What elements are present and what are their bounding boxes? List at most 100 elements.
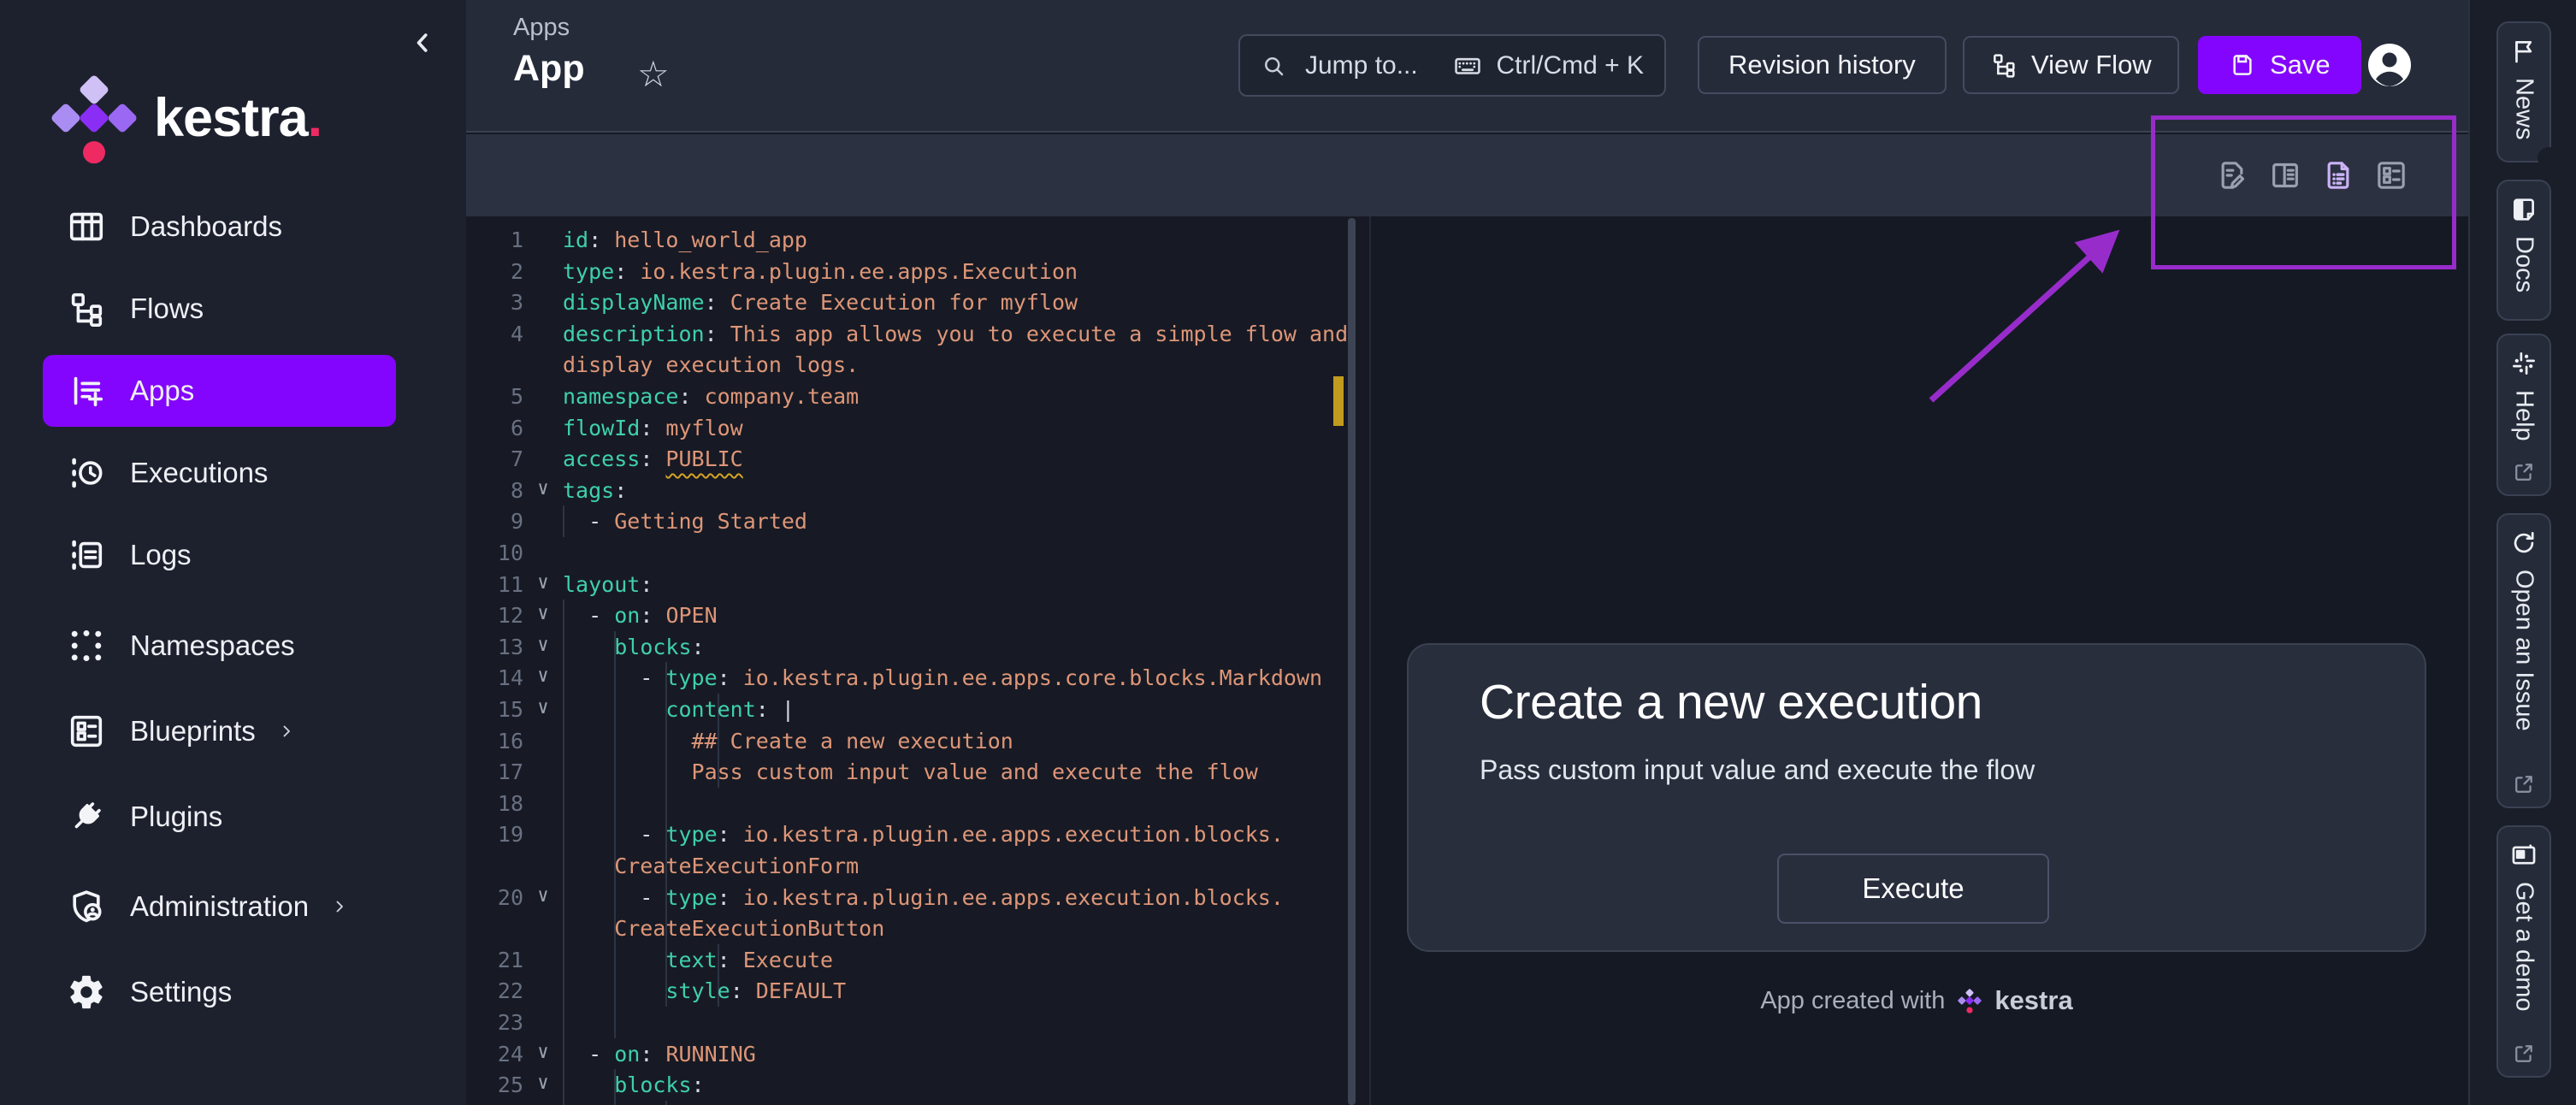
external-link-icon xyxy=(2512,460,2536,484)
view-toggle-file-edit[interactable] xyxy=(2215,158,2249,192)
favorite-star-icon[interactable]: ☆ xyxy=(637,53,670,95)
sidebar: kestra. Dashboards Flows Apps Executions… xyxy=(0,0,466,1105)
kestra-logo[interactable]: kestra. xyxy=(50,68,322,168)
sidebar-item-flows[interactable]: Flows xyxy=(43,273,396,345)
fold-chevron-icon[interactable]: ∨ xyxy=(529,598,557,629)
sidebar-item-dashboards[interactable]: Dashboards xyxy=(43,191,396,263)
view-toggle-book-open[interactable] xyxy=(2268,158,2302,192)
line-number: 6 xyxy=(466,412,523,444)
chevron-right-icon xyxy=(329,896,350,917)
line-number: 21 xyxy=(466,944,523,976)
rail-button-label: Open an Issue xyxy=(2510,570,2538,760)
sidebar-item-blueprints[interactable]: Blueprints xyxy=(43,695,396,767)
rail-button-help[interactable]: Help xyxy=(2496,334,2551,496)
sidebar-item-executions[interactable]: Executions xyxy=(43,437,396,509)
search-placeholder: Jump to... xyxy=(1305,51,1453,80)
code-line-15: 15∨ content: | xyxy=(466,694,1330,725)
code-line-12: 12∨ - on: OPEN xyxy=(466,600,1330,631)
line-number: 20 xyxy=(466,882,523,913)
rail-button-label: Help xyxy=(2510,390,2538,448)
line-number: 16 xyxy=(466,725,523,757)
code-line-4: 4description: This app allows you to exe… xyxy=(466,318,1330,350)
jump-to-search[interactable]: Jump to... Ctrl/Cmd + K xyxy=(1238,34,1666,97)
settings-icon xyxy=(67,972,106,1012)
search-icon xyxy=(1261,53,1286,79)
sidebar-item-settings[interactable]: Settings xyxy=(43,956,396,1028)
preview-title: Create a new execution xyxy=(1480,674,1982,730)
code-line-16: 16 ## Create a new execution xyxy=(466,725,1330,757)
sidebar-item-logs[interactable]: Logs xyxy=(43,519,396,591)
line-number: 23 xyxy=(466,1007,523,1038)
fold-chevron-icon[interactable]: ∨ xyxy=(529,473,557,505)
flows-icon xyxy=(67,289,106,328)
code-line-17: 17 Pass custom input value and execute t… xyxy=(466,756,1330,788)
line-number: 25 xyxy=(466,1069,523,1101)
revision-history-button[interactable]: Revision history xyxy=(1698,36,1947,94)
line-number: 11 xyxy=(466,569,523,600)
sidebar-item-label: Plugins xyxy=(130,801,222,833)
line-number: 9 xyxy=(466,505,523,537)
fold-chevron-icon[interactable]: ∨ xyxy=(529,1037,557,1068)
page-title: App xyxy=(513,48,585,90)
rail-button-news[interactable]: News xyxy=(2496,21,2551,162)
breadcrumb[interactable]: Apps xyxy=(513,14,570,42)
fold-chevron-icon[interactable]: ∨ xyxy=(529,1067,557,1099)
view-toggle-form[interactable] xyxy=(2374,158,2408,192)
sidebar-collapse-button[interactable] xyxy=(402,22,443,63)
book-icon xyxy=(2509,195,2538,224)
kestra-mini-logo-icon xyxy=(1957,987,1982,1014)
code-line-4-wrap: display execution logs. xyxy=(466,349,1330,381)
code-line-26: 26 - type: io.kestra.plugin.ee.apps.core… xyxy=(466,1101,1330,1105)
line-number: 2 xyxy=(466,256,523,287)
sidebar-item-apps[interactable]: Apps xyxy=(43,355,396,427)
line-number: 8 xyxy=(466,475,523,506)
code-line-20: 20∨ - type: io.kestra.plugin.ee.apps.exe… xyxy=(466,882,1330,913)
fold-chevron-icon[interactable]: ∨ xyxy=(529,692,557,724)
save-button[interactable]: Save xyxy=(2198,36,2361,94)
fold-chevron-icon[interactable]: ∨ xyxy=(529,660,557,692)
line-number: 1 xyxy=(466,224,523,256)
external-icon xyxy=(2512,1042,2536,1066)
code-line-19: 19 - type: io.kestra.plugin.ee.apps.exec… xyxy=(466,818,1330,850)
issue-icon xyxy=(2509,529,2538,558)
search-shortcut: Ctrl/Cmd + K xyxy=(1496,51,1644,80)
view-toggle-file-doc[interactable] xyxy=(2321,158,2355,192)
rail-button-get-a-demo[interactable]: Get a demo xyxy=(2496,825,2551,1078)
sidebar-item-administration[interactable]: Administration xyxy=(43,871,396,942)
external-icon xyxy=(2512,460,2536,484)
execute-button[interactable]: Execute xyxy=(1777,854,2049,924)
code-line-13: 13∨ blocks: xyxy=(466,631,1330,663)
user-avatar[interactable] xyxy=(2364,39,2415,91)
kestra-logo-icon xyxy=(50,68,139,168)
view-flow-button[interactable]: View Flow xyxy=(1963,36,2179,94)
administration-icon xyxy=(67,887,106,926)
rail-button-docs[interactable]: Docs xyxy=(2496,180,2551,321)
external-icon xyxy=(2512,772,2536,796)
settings-icon xyxy=(67,972,106,1012)
sidebar-item-label: Blueprints xyxy=(130,715,256,748)
keyboard-icon xyxy=(1453,51,1482,80)
yaml-code-editor[interactable]: 1id: hello_world_app2type: io.kestra.plu… xyxy=(466,216,1369,1105)
sidebar-item-label: Executions xyxy=(130,457,268,489)
rail-button-label: Docs xyxy=(2510,236,2538,309)
book-open-icon xyxy=(2268,158,2302,192)
code-line-20-wrap: CreateExecutionButton xyxy=(466,913,1330,944)
fold-chevron-icon[interactable]: ∨ xyxy=(529,629,557,661)
footer-text: App created with xyxy=(1760,987,1945,1015)
code-line-5: 5namespace: company.team xyxy=(466,381,1330,412)
fold-chevron-icon[interactable]: ∨ xyxy=(529,880,557,912)
line-number: 17 xyxy=(466,756,523,788)
sidebar-item-namespaces[interactable]: Namespaces xyxy=(43,610,396,682)
rail-button-open-an-issue[interactable]: Open an Issue xyxy=(2496,513,2551,808)
news-notification-dot xyxy=(2538,147,2560,169)
view-flow-label: View Flow xyxy=(2031,50,2152,80)
slack-icon xyxy=(2509,349,2538,378)
book-icon xyxy=(2509,195,2538,224)
sidebar-item-plugins[interactable]: Plugins xyxy=(43,781,396,853)
editor-scrollbar[interactable] xyxy=(1348,218,1356,1105)
code-line-21: 21 text: Execute xyxy=(466,944,1330,976)
fold-chevron-icon[interactable]: ∨ xyxy=(529,567,557,599)
editor-view-toolbar xyxy=(466,134,2468,216)
code-line-25: 25∨ blocks: xyxy=(466,1069,1330,1101)
flag-icon xyxy=(2509,37,2538,66)
